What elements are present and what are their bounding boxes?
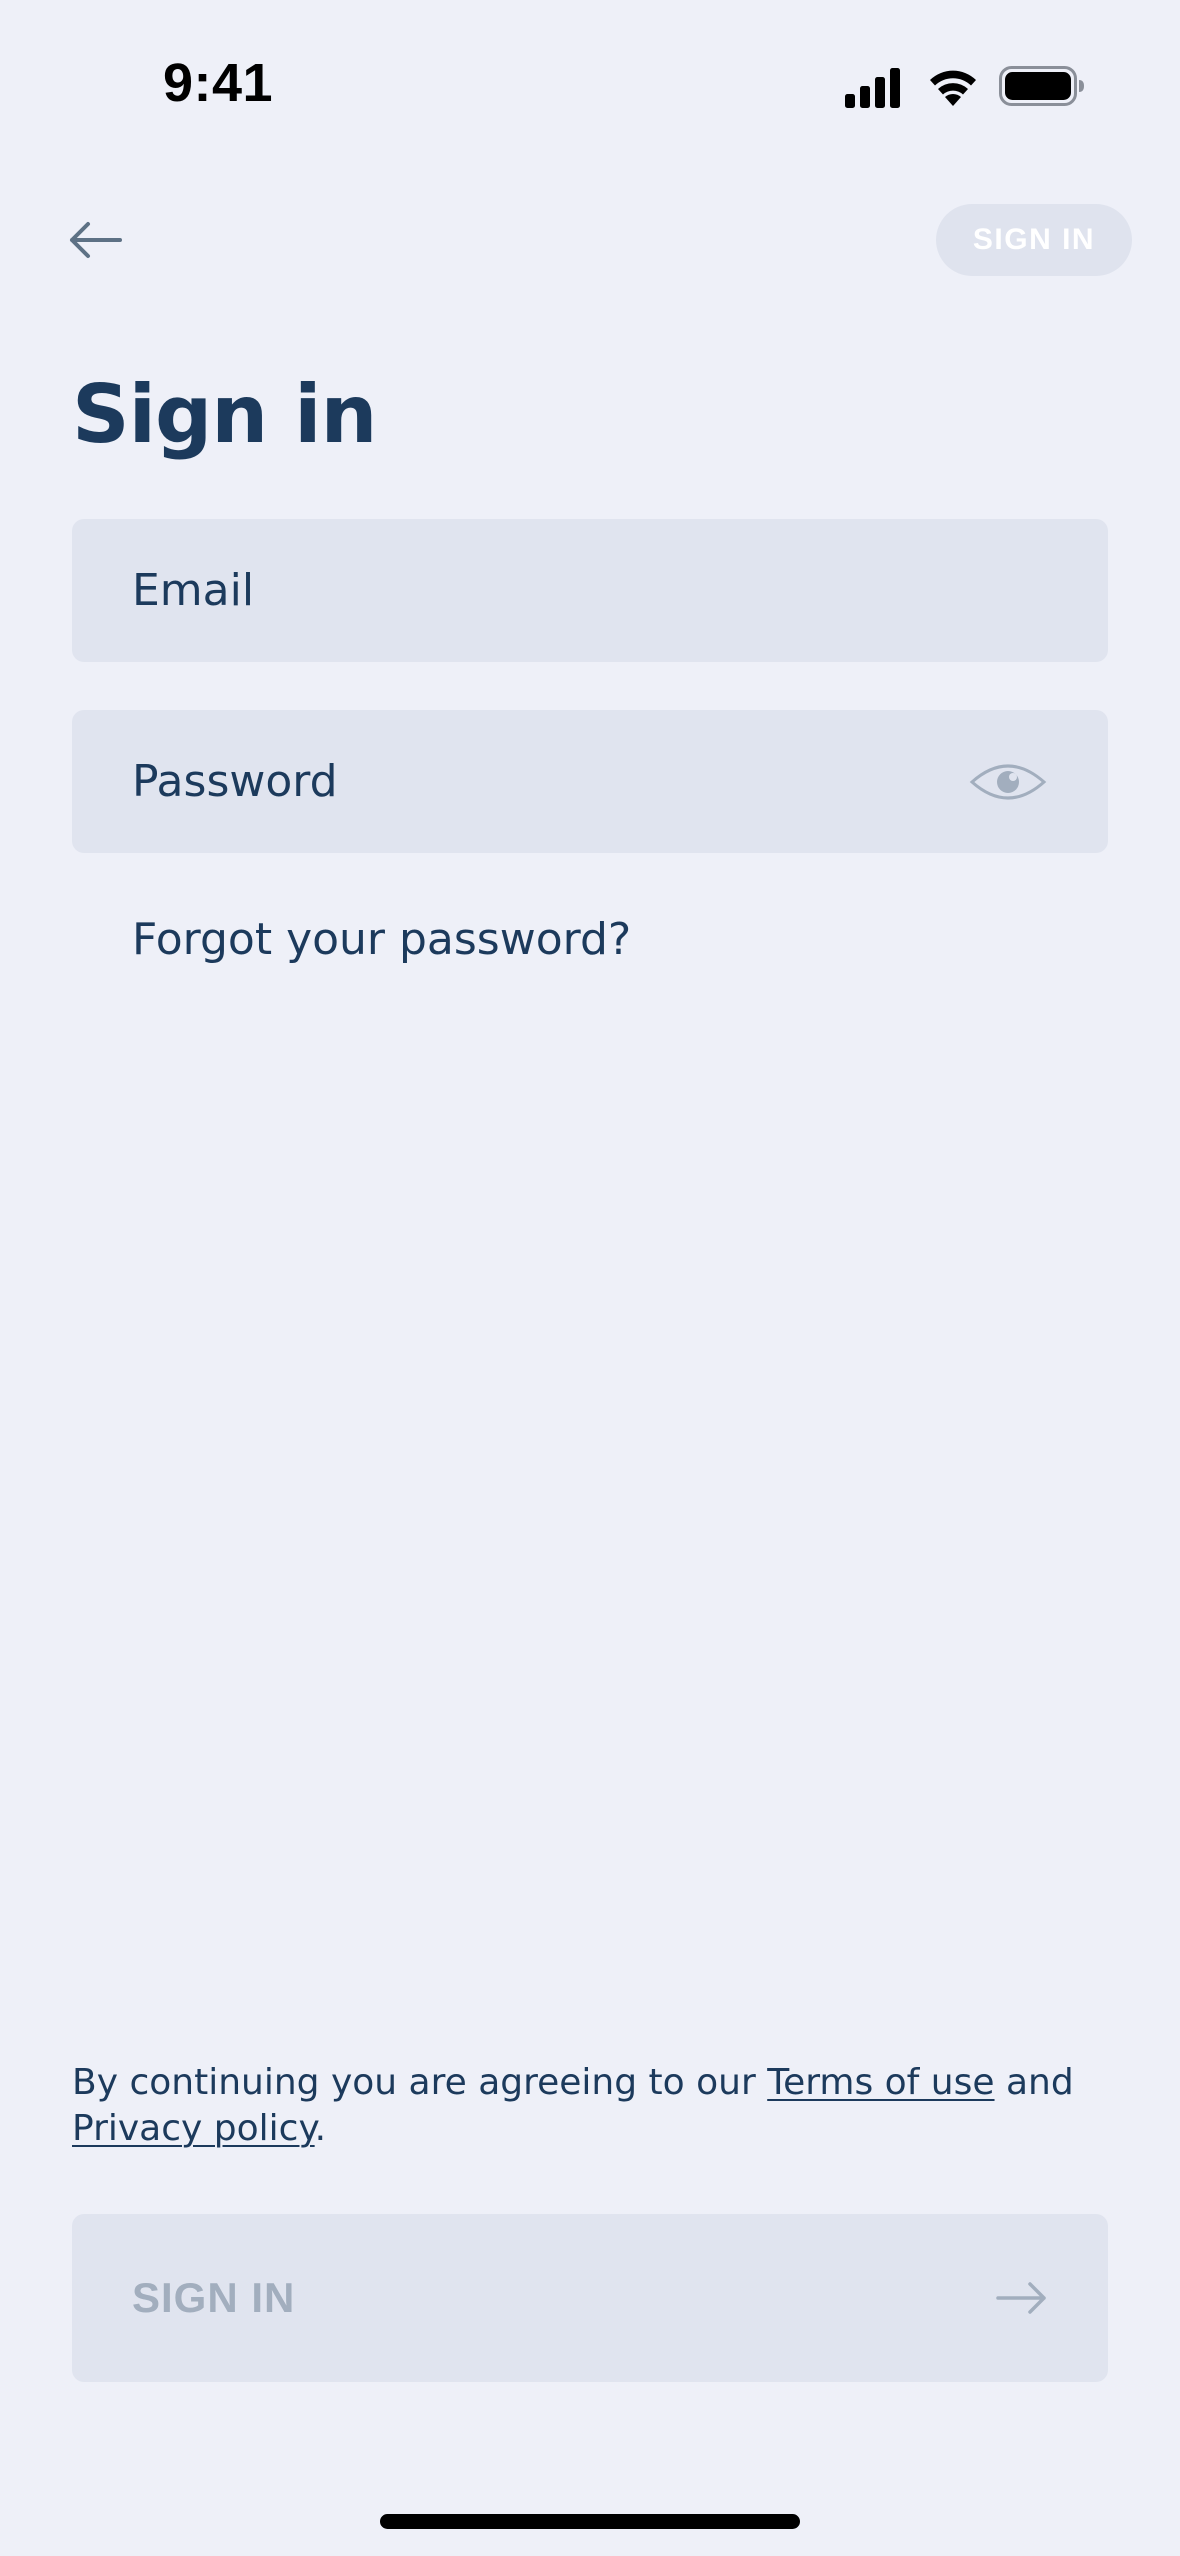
arrow-left-icon <box>70 222 122 258</box>
battery-icon <box>999 66 1084 106</box>
terms-of-use-link[interactable]: Terms of use <box>767 2062 994 2103</box>
legal-suffix: . <box>314 2108 327 2149</box>
status-bar: 9:41 <box>0 0 1180 180</box>
status-icons <box>845 62 1085 112</box>
arrow-right-icon <box>996 2282 1046 2314</box>
privacy-policy-link[interactable]: Privacy policy <box>72 2108 315 2149</box>
eye-icon[interactable] <box>968 754 1048 810</box>
legal-conjunction: and <box>994 2062 1074 2103</box>
back-button[interactable] <box>60 210 130 270</box>
legal-prefix: By continuing you are agreeing to our <box>72 2062 768 2103</box>
sign-in-submit-label: SIGN IN <box>132 2274 296 2321</box>
home-indicator <box>380 2514 800 2529</box>
legal-notice: By continuing you are agreeing to our Te… <box>72 2060 1108 2152</box>
page-title: Sign in <box>72 368 377 461</box>
wifi-icon <box>930 70 976 106</box>
cellular-signal-icon <box>845 68 900 108</box>
password-field-container[interactable] <box>72 710 1108 853</box>
header-sign-in-button[interactable]: SIGN IN <box>936 204 1132 276</box>
status-time: 9:41 <box>163 53 274 113</box>
email-input[interactable] <box>132 519 992 662</box>
forgot-password-link[interactable]: Forgot your password? <box>132 914 631 965</box>
sign-in-submit-button[interactable]: SIGN IN <box>72 2214 1108 2382</box>
password-input[interactable] <box>132 710 992 853</box>
email-field-container[interactable] <box>72 519 1108 662</box>
